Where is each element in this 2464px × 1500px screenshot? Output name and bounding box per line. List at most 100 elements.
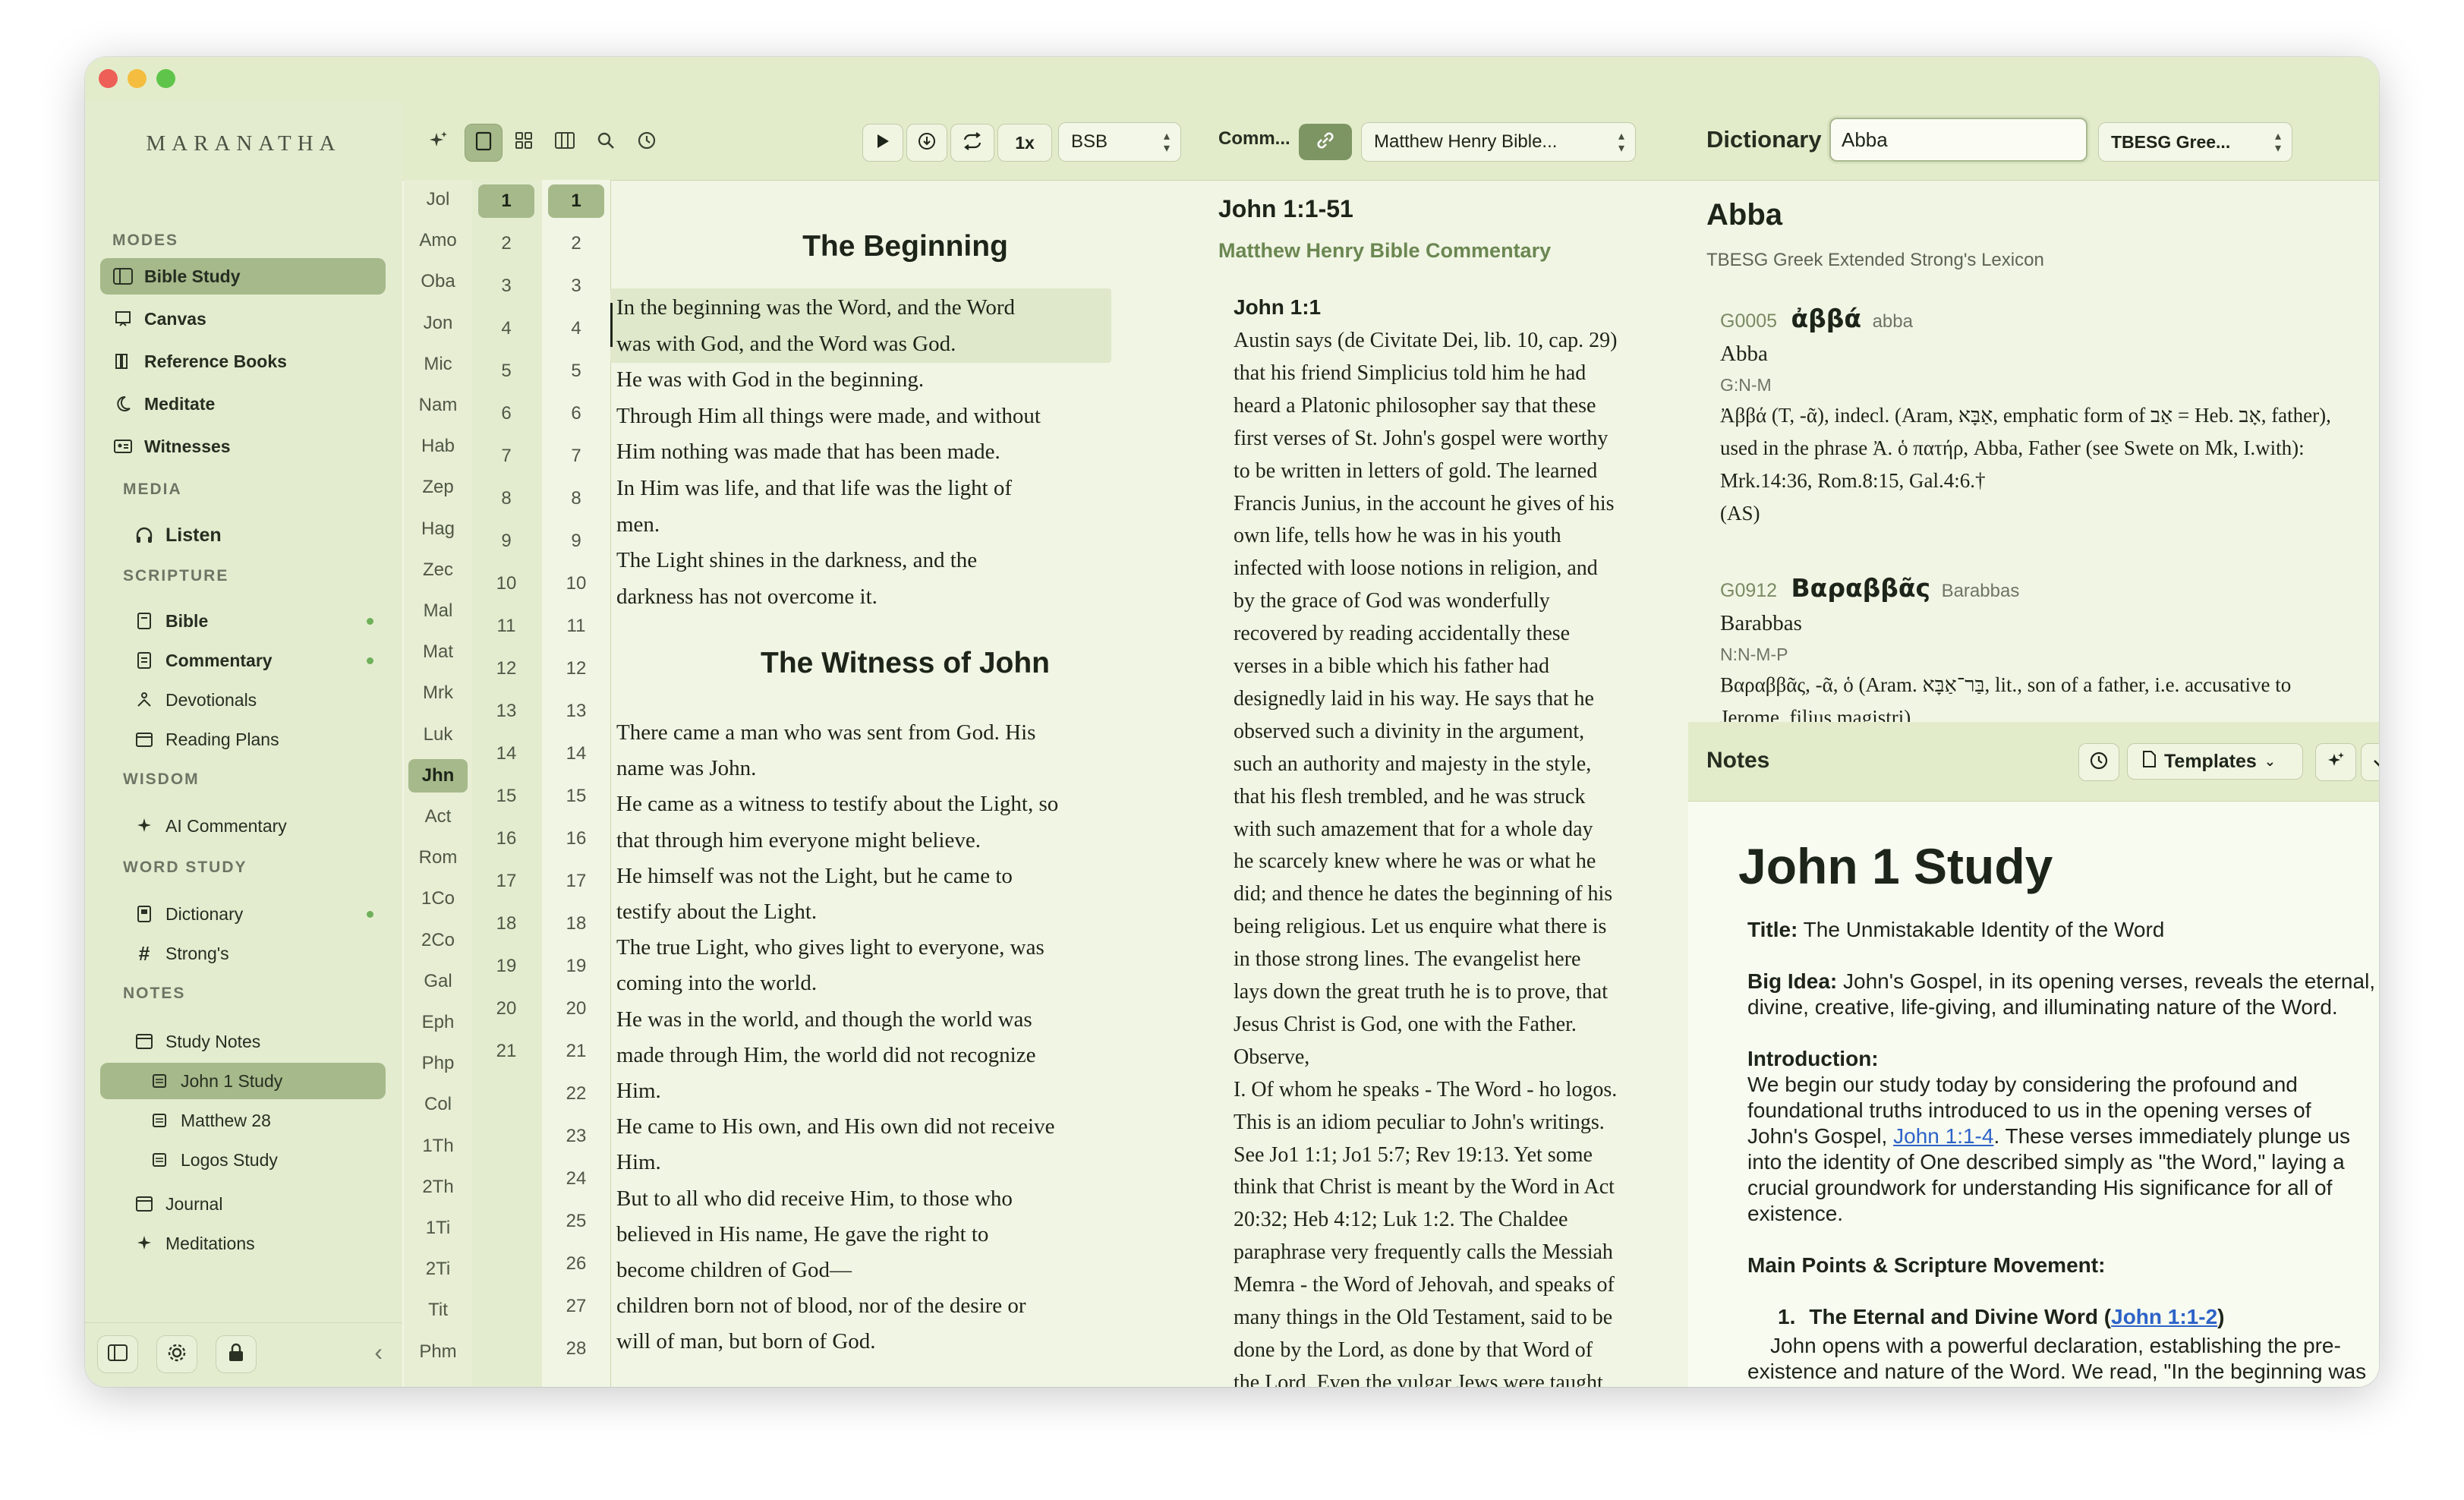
notes-save-button[interactable] [2361, 743, 2379, 781]
verse-line[interactable]: name was John. [616, 751, 756, 786]
chapter-item[interactable]: 12 [478, 652, 534, 685]
chapter-item[interactable]: 16 [478, 822, 534, 856]
sidebar-item-meditations[interactable]: Meditations [120, 1225, 386, 1262]
verse-item[interactable]: 20 [548, 992, 604, 1026]
verse-line[interactable]: Him. [616, 1145, 661, 1180]
commentary-source-select[interactable]: Matthew Henry Bible... ▴ ▾ [1361, 122, 1636, 162]
verse-item[interactable]: 21 [548, 1035, 604, 1068]
verse-line[interactable]: There came a man who was sent from God. … [616, 715, 1035, 751]
book-item[interactable]: Mat [408, 635, 468, 669]
book-item[interactable]: Zep [408, 471, 468, 504]
verse-line[interactable]: darkness has not overcome it. [616, 579, 878, 615]
sidebar-item-journal[interactable]: Journal [120, 1186, 386, 1222]
book-item[interactable]: Jhn [408, 758, 468, 793]
verse-item[interactable]: 19 [548, 950, 604, 983]
sidebar-item-bible-study[interactable]: Bible Study [100, 258, 386, 295]
book-item[interactable]: Oba [408, 265, 468, 298]
book-item[interactable]: Zec [408, 553, 468, 587]
verse-line[interactable]: In Him was life, and that life was the l… [616, 471, 1012, 506]
verse-item[interactable]: 23 [548, 1120, 604, 1153]
lexicon-select[interactable]: TBESG Gree... ▴ ▾ [2098, 122, 2292, 162]
templates-button[interactable]: Templates ⌄ [2127, 743, 2303, 780]
book-item[interactable]: Jol [408, 183, 468, 216]
verse-line[interactable]: was with God, and the Word was God. [616, 326, 956, 362]
chapter-item[interactable]: 14 [478, 737, 534, 770]
book-item[interactable]: 2Co [408, 924, 468, 957]
collapse-sidebar-icon[interactable]: ‹ [374, 1338, 383, 1366]
verse-line[interactable]: He came to His own, and His own did not … [616, 1109, 1054, 1145]
verse-line[interactable]: believed in His name, He gave the right … [616, 1217, 988, 1253]
book-item[interactable]: Amo [408, 224, 468, 257]
sidebar-item-witnesses[interactable]: Witnesses [100, 428, 386, 465]
book-item[interactable]: Eph [408, 1006, 468, 1039]
chapter-item[interactable]: 9 [478, 525, 534, 558]
book-item[interactable]: Act [408, 800, 468, 834]
chapter-item[interactable]: 15 [478, 780, 534, 813]
verse-item[interactable]: 2 [548, 227, 604, 260]
book-item[interactable]: Nam [408, 389, 468, 422]
verse-line[interactable]: will of man, but born of God. [616, 1324, 876, 1360]
repeat-button[interactable] [950, 124, 994, 162]
book-item[interactable]: Luk [408, 718, 468, 752]
chapter-item[interactable]: 7 [478, 440, 534, 473]
chapter-item[interactable]: 13 [478, 695, 534, 728]
sidebar-item-listen[interactable]: Listen [120, 517, 386, 553]
ai-sparkle-button[interactable] [421, 124, 455, 160]
verse-line[interactable]: He was with God in the beginning. [616, 362, 924, 398]
sidebar-item-reference-books[interactable]: Reference Books [100, 343, 386, 380]
notes-history-button[interactable] [2078, 743, 2119, 781]
verse-item[interactable]: 9 [548, 525, 604, 558]
verse-item[interactable]: 4 [548, 312, 604, 345]
verse-item[interactable]: 13 [548, 695, 604, 728]
verse-item[interactable]: 5 [548, 355, 604, 388]
chapter-item[interactable]: 4 [478, 312, 534, 345]
playback-speed-button[interactable]: 1x [997, 124, 1052, 162]
minimize-window-button[interactable] [128, 69, 147, 88]
history-button[interactable] [629, 124, 665, 160]
chapter-item[interactable]: 5 [478, 355, 534, 388]
book-item[interactable]: Tit [408, 1294, 468, 1327]
verse-line[interactable]: Him nothing was made that has been made. [616, 434, 1000, 470]
sidebar-item-canvas[interactable]: Canvas [100, 301, 386, 337]
zoom-window-button[interactable] [156, 69, 175, 88]
single-column-view-button[interactable] [465, 124, 503, 162]
chapter-item[interactable]: 21 [478, 1035, 534, 1068]
verse-item[interactable]: 27 [548, 1290, 604, 1323]
verse-item[interactable]: 16 [548, 822, 604, 856]
chapter-item[interactable]: 3 [478, 269, 534, 303]
link-sync-button[interactable] [1299, 124, 1352, 160]
sidebar-item-commentary[interactable]: Commentary [120, 642, 386, 679]
verse-line[interactable]: But to all who did receive Him, to those… [616, 1181, 1013, 1217]
book-item[interactable]: Rom [408, 841, 468, 874]
verse-item[interactable]: 8 [548, 482, 604, 515]
dictionary-search-input[interactable] [1829, 118, 2087, 162]
lock-button[interactable] [216, 1335, 257, 1373]
book-item[interactable]: Jon [408, 307, 468, 340]
verse-line[interactable]: The Light shines in the darkness, and th… [616, 543, 977, 578]
sidebar-item-bible[interactable]: Bible [120, 603, 386, 639]
book-item[interactable]: Phm [408, 1335, 468, 1369]
verse-line[interactable]: He came as a witness to testify about th… [616, 786, 1058, 822]
chapter-item[interactable]: 19 [478, 950, 534, 983]
chapter-item[interactable]: 10 [478, 567, 534, 600]
book-item[interactable]: 2Ti [408, 1253, 468, 1286]
sidebar-item-john-1-study[interactable]: John 1 Study [100, 1063, 386, 1099]
verse-item[interactable]: 1 [548, 184, 604, 218]
verse-line[interactable]: men. [616, 507, 660, 543]
strong-number[interactable]: G0005 [1720, 310, 1777, 332]
chapter-item[interactable]: 6 [478, 397, 534, 430]
scripture-link[interactable]: John 1:1-4 [1893, 1124, 1993, 1148]
sidebar-item-matthew-28[interactable]: Matthew 28 [100, 1102, 386, 1139]
sidebar-item-logos-study[interactable]: Logos Study [100, 1142, 386, 1178]
verse-item[interactable]: 28 [548, 1332, 604, 1366]
chapter-item[interactable]: 8 [478, 482, 534, 515]
sidebar-item-strongs[interactable]: # Strong's [120, 935, 386, 972]
verse-line[interactable]: The true Light, who gives light to every… [616, 930, 1045, 966]
close-window-button[interactable] [99, 69, 118, 88]
verse-item[interactable]: 18 [548, 907, 604, 941]
verse-item[interactable]: 22 [548, 1077, 604, 1111]
search-button[interactable] [588, 124, 624, 160]
book-item[interactable]: 1Ti [408, 1212, 468, 1245]
sidebar-item-devotionals[interactable]: Devotionals [120, 682, 386, 718]
sidebar-layout-button[interactable] [97, 1335, 138, 1373]
